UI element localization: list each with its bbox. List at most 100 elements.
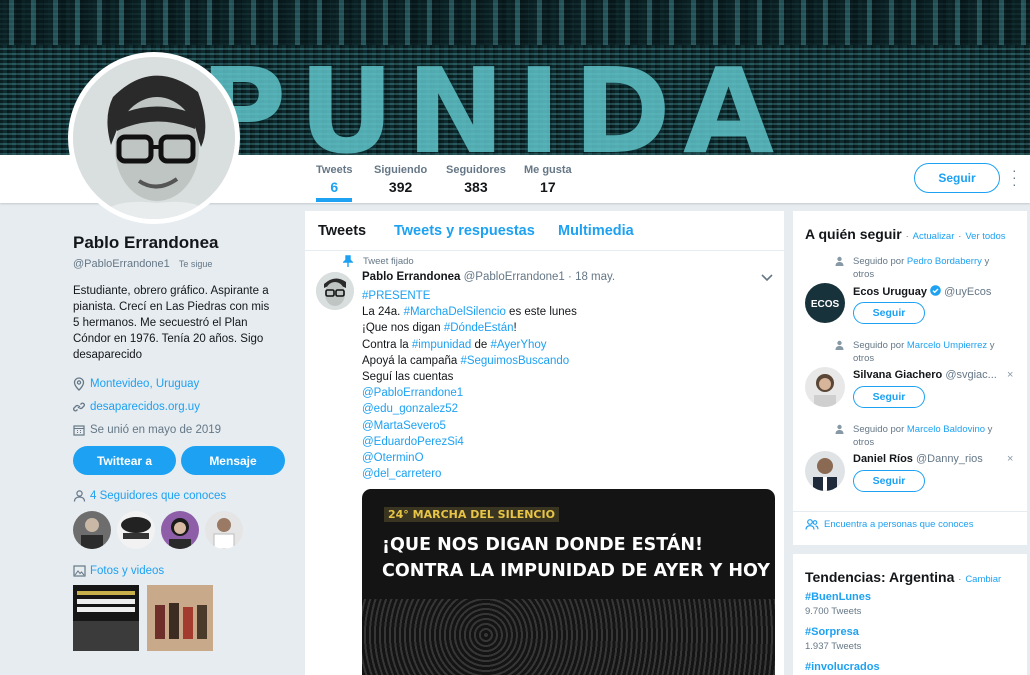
link-icon xyxy=(73,402,85,412)
media-kicker: 24° MARCHA DEL SILENCIO xyxy=(384,507,559,522)
tweet-author-name[interactable]: Pablo Errandonea xyxy=(362,271,460,283)
location-text[interactable]: Montevideo, Uruguay xyxy=(90,378,199,390)
suggestion-handle[interactable]: @uyEcos xyxy=(944,286,991,298)
user-icon xyxy=(835,340,844,350)
tweet-author-handle[interactable]: @PabloErrandone1 xyxy=(464,271,565,283)
profile-name[interactable]: Pablo Errandonea xyxy=(73,233,293,253)
avatar[interactable] xyxy=(161,511,199,549)
trend-tag[interactable]: #BuenLunes xyxy=(805,591,871,603)
tweet-header: Pablo Errandonea @PabloErrandone1 · 18 m… xyxy=(362,271,615,283)
context-user-link[interactable]: Pedro Bordaberry xyxy=(907,256,982,267)
message-button[interactable]: Mensaje xyxy=(181,446,285,475)
hashtag-link[interactable]: #AyerYhoy xyxy=(491,339,547,351)
media-crowd-photo xyxy=(362,599,775,675)
trend-item[interactable]: #involucrados xyxy=(805,661,880,673)
change-location-link[interactable]: Cambiar xyxy=(965,574,1001,585)
stat-followers[interactable]: Seguidores 383 xyxy=(446,164,506,195)
avatar[interactable] xyxy=(117,511,155,549)
suggestion-user[interactable]: Ecos Uruguay @uyEcos xyxy=(853,285,991,298)
tweet-date[interactable]: 18 may. xyxy=(575,271,615,283)
tweet-text-segment: es este lunes xyxy=(505,306,577,319)
profile-website[interactable]: desaparecidos.org.uy xyxy=(73,396,293,418)
tweet-text-segment: Contra la xyxy=(362,338,412,351)
suggestion-user[interactable]: Daniel Ríos @Danny_rios xyxy=(853,453,983,465)
chevron-down-icon[interactable] xyxy=(761,271,773,285)
tweet-to-button[interactable]: Twittear a xyxy=(73,446,176,475)
trend-tag[interactable]: #involucrados xyxy=(805,661,880,673)
stat-value: 383 xyxy=(464,179,488,195)
suggestion-handle[interactable]: @Danny_rios xyxy=(916,453,983,465)
tweet-separator: · xyxy=(568,271,572,283)
stat-label: Me gusta xyxy=(524,164,572,176)
stat-following[interactable]: Siguiendo 392 xyxy=(374,164,427,195)
photos-videos-link[interactable]: Fotos y videos xyxy=(73,565,164,577)
hashtag-link[interactable]: #impunidad xyxy=(412,339,471,351)
trend-tag[interactable]: #Sorpresa xyxy=(805,626,861,638)
mention-link[interactable]: @EduardoPerezSi4 xyxy=(362,434,577,450)
tweet-media-image[interactable]: 24° MARCHA DEL SILENCIO ¡QUE NOS DIGAN D… xyxy=(362,489,775,675)
media-thumbnail[interactable] xyxy=(147,585,213,651)
context-prefix: Seguido por xyxy=(853,256,907,267)
tweet-text-segment: Seguí las cuentas xyxy=(362,371,454,384)
profile-avatar[interactable] xyxy=(68,52,240,224)
hashtag-link[interactable]: #MarchaDelSilencio xyxy=(404,306,506,318)
media-thumbnails xyxy=(73,585,213,651)
website-link[interactable]: desaparecidos.org.uy xyxy=(90,401,200,413)
suggestion-user[interactable]: Silvana Giachero @svgiac... xyxy=(853,369,997,381)
tab-media[interactable]: Multimedia xyxy=(558,223,634,239)
photos-videos-text[interactable]: Fotos y videos xyxy=(90,565,164,577)
avatar[interactable] xyxy=(805,367,845,407)
close-icon[interactable]: × xyxy=(1007,369,1013,381)
banner-text: PUNIDA xyxy=(200,42,787,155)
suggestion-name[interactable]: Daniel Ríos xyxy=(853,453,913,465)
mention-link[interactable]: @OterminO xyxy=(362,450,577,466)
verified-icon xyxy=(930,285,941,296)
tweet-text-segment: La 24a. xyxy=(362,306,404,319)
profile-handle[interactable]: @PabloErrandone1 xyxy=(73,258,170,270)
hashtag-link[interactable]: #SeguimosBuscando xyxy=(460,355,569,367)
follow-suggestion-button[interactable]: Seguir xyxy=(853,470,925,492)
follow-suggestion-button[interactable]: Seguir xyxy=(853,386,925,408)
context-user-link[interactable]: Marcelo Baldovino xyxy=(907,424,985,435)
find-people-text[interactable]: Encuentra a personas que conoces xyxy=(824,519,973,530)
suggestion-name[interactable]: Ecos Uruguay xyxy=(853,286,927,298)
tab-tweets-replies[interactable]: Tweets y respuestas xyxy=(394,223,535,239)
find-people-link[interactable]: Encuentra a personas que conoces xyxy=(805,519,973,530)
trend-item[interactable]: #Sorpresa 1.937 Tweets xyxy=(805,626,861,652)
refresh-link[interactable]: Actualizar xyxy=(913,231,955,242)
mention-link[interactable]: @del_carretero xyxy=(362,466,577,482)
avatar[interactable] xyxy=(73,511,111,549)
context-user-link[interactable]: Marcelo Umpierrez xyxy=(907,340,987,351)
suggestion-handle[interactable]: @svgiac... xyxy=(945,369,997,381)
location-icon xyxy=(73,377,85,391)
suggestion-name[interactable]: Silvana Giachero xyxy=(853,369,942,381)
hashtag-link[interactable]: #DóndeEstán xyxy=(444,322,514,334)
separator: · xyxy=(958,231,962,242)
stat-label: Siguiendo xyxy=(374,164,428,176)
tab-tweets[interactable]: Tweets xyxy=(318,223,366,239)
stat-likes[interactable]: Me gusta 17 xyxy=(524,164,572,195)
mention-link[interactable]: @edu_gonzalez52 xyxy=(362,401,577,417)
mention-link[interactable]: @MartaSevero5 xyxy=(362,418,577,434)
trends-module: Tendencias: Argentina · Cambiar #BuenLun… xyxy=(793,554,1027,675)
follow-button[interactable]: Seguir xyxy=(914,163,1000,193)
user-icon xyxy=(835,424,844,434)
profile-location[interactable]: Montevideo, Uruguay xyxy=(73,373,293,395)
stat-value: 392 xyxy=(388,179,413,195)
stat-tweets[interactable]: Tweets 6 xyxy=(316,164,353,202)
avatar[interactable]: ECOS xyxy=(805,283,845,323)
follow-suggestion-button[interactable]: Seguir xyxy=(853,302,925,324)
trend-item[interactable]: #BuenLunes 9.700 Tweets xyxy=(805,591,871,617)
hashtag-link[interactable]: #PRESENTE xyxy=(362,290,430,302)
more-vertical-icon[interactable]: · · · xyxy=(1012,163,1017,191)
known-followers-link[interactable]: 4 Seguidores que conoces xyxy=(73,490,226,502)
separator: · xyxy=(905,231,909,242)
mention-link[interactable]: @PabloErrandone1 xyxy=(362,385,577,401)
avatar[interactable] xyxy=(205,511,243,549)
avatar[interactable] xyxy=(805,451,845,491)
view-all-link[interactable]: Ver todos xyxy=(965,231,1005,242)
media-thumbnail[interactable] xyxy=(73,585,139,651)
close-icon[interactable]: × xyxy=(1007,453,1013,465)
tweet-avatar[interactable] xyxy=(316,272,354,310)
known-followers-text[interactable]: 4 Seguidores que conoces xyxy=(90,490,226,502)
